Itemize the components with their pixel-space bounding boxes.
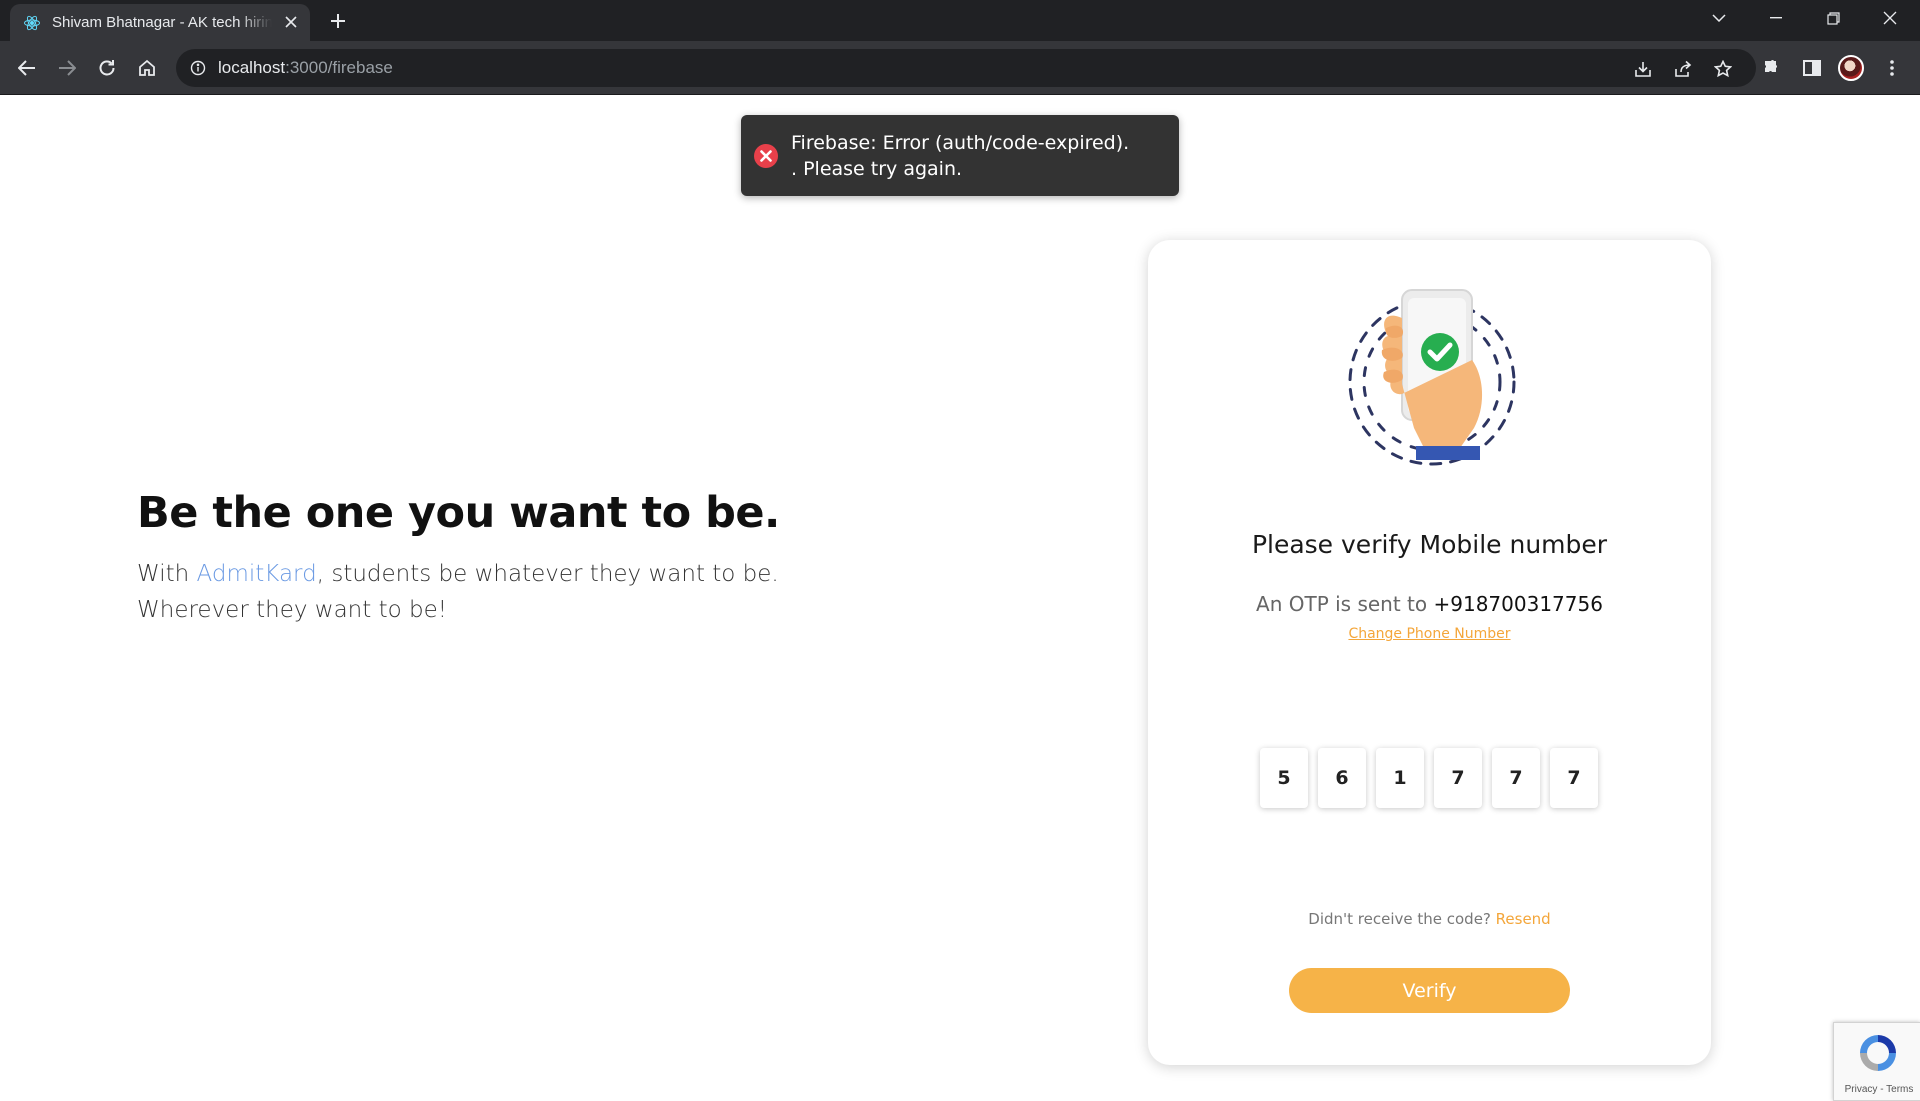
react-icon <box>22 13 42 33</box>
resend-prompt-text: Didn't receive the code? <box>1308 910 1496 928</box>
otp-digit-6[interactable]: 7 <box>1550 748 1598 808</box>
otp-sent-prefix: An OTP is sent to <box>1256 592 1434 616</box>
error-icon <box>753 143 779 169</box>
error-toast: Firebase: Error (auth/code-expired). . Pl… <box>741 115 1179 196</box>
profile-avatar[interactable] <box>1838 55 1864 81</box>
toast-line-2: . Please try again. <box>791 157 963 180</box>
otp-digit-1[interactable]: 5 <box>1260 748 1308 808</box>
toast-line-1: Firebase: Error (auth/code-expired). <box>791 131 1130 154</box>
close-tab-icon[interactable] <box>282 13 300 31</box>
hero-subtext: With AdmitKard, students be whatever the… <box>137 556 937 628</box>
browser-tab[interactable]: Shivam Bhatnagar - AK tech hiring <box>10 4 310 41</box>
kebab-menu-icon[interactable] <box>1878 54 1906 82</box>
page-content: Be the one you want to be. With AdmitKar… <box>0 95 1920 1101</box>
hero-sub-line2: Wherever they want to be! <box>137 597 447 623</box>
phone-verified-illustration <box>1344 288 1528 478</box>
otp-digit-3[interactable]: 1 <box>1376 748 1424 808</box>
bookmark-star-icon[interactable] <box>1712 58 1734 80</box>
install-app-icon[interactable] <box>1632 58 1654 80</box>
url-host: localhost <box>218 58 286 77</box>
hero-heading: Be the one you want to be. <box>137 488 780 538</box>
share-icon[interactable] <box>1672 58 1694 80</box>
url-path: :3000/firebase <box>285 58 393 77</box>
tab-title: Shivam Bhatnagar - AK tech hiring <box>52 14 272 31</box>
restore-icon[interactable] <box>1816 4 1850 32</box>
resend-link[interactable]: Resend <box>1496 910 1551 928</box>
side-panel-icon[interactable] <box>1798 54 1826 82</box>
browser-toolbar: localhost:3000/firebase <box>0 41 1920 95</box>
otp-digit-4[interactable]: 7 <box>1434 748 1482 808</box>
recaptcha-icon <box>1856 1031 1900 1075</box>
otp-digit-2[interactable]: 6 <box>1318 748 1366 808</box>
otp-digit-5[interactable]: 7 <box>1492 748 1540 808</box>
forward-icon[interactable] <box>53 54 81 82</box>
home-icon[interactable] <box>133 54 161 82</box>
new-tab-icon[interactable] <box>325 8 351 34</box>
resend-prompt: Didn't receive the code? Resend <box>1148 910 1711 928</box>
otp-sent-text: An OTP is sent to +918700317756 <box>1148 592 1711 616</box>
site-info-icon[interactable] <box>188 58 208 78</box>
back-icon[interactable] <box>13 54 41 82</box>
close-window-icon[interactable] <box>1873 4 1907 32</box>
brand-name: AdmitKard <box>196 561 317 587</box>
otp-inputs: 5 6 1 7 7 7 <box>1260 748 1598 808</box>
verification-card: Please verify Mobile number An OTP is se… <box>1148 240 1711 1065</box>
recaptcha-badge[interactable]: Privacy - Terms <box>1833 1022 1920 1101</box>
hero-sub-suffix: , students be whatever they want to be. <box>316 561 779 587</box>
reload-icon[interactable] <box>93 54 121 82</box>
minimize-icon[interactable] <box>1759 4 1793 32</box>
phone-number: +918700317756 <box>1433 592 1603 616</box>
url-text: localhost:3000/firebase <box>218 58 393 78</box>
change-phone-link[interactable]: Change Phone Number <box>1148 626 1711 642</box>
address-bar[interactable]: localhost:3000/firebase <box>176 49 1756 87</box>
toast-message: Firebase: Error (auth/code-expired). . Pl… <box>791 130 1161 182</box>
card-title: Please verify Mobile number <box>1251 530 1608 559</box>
recaptcha-links[interactable]: Privacy - Terms <box>1838 1084 1920 1095</box>
tab-search-icon[interactable] <box>1702 4 1736 32</box>
extensions-puzzle-icon[interactable] <box>1758 54 1786 82</box>
hero-section: Be the one you want to be. With AdmitKar… <box>137 488 937 628</box>
verify-button[interactable]: Verify <box>1289 968 1570 1013</box>
hero-sub-prefix: With <box>137 561 197 587</box>
browser-tab-strip: Shivam Bhatnagar - AK tech hiring <box>0 0 1920 41</box>
